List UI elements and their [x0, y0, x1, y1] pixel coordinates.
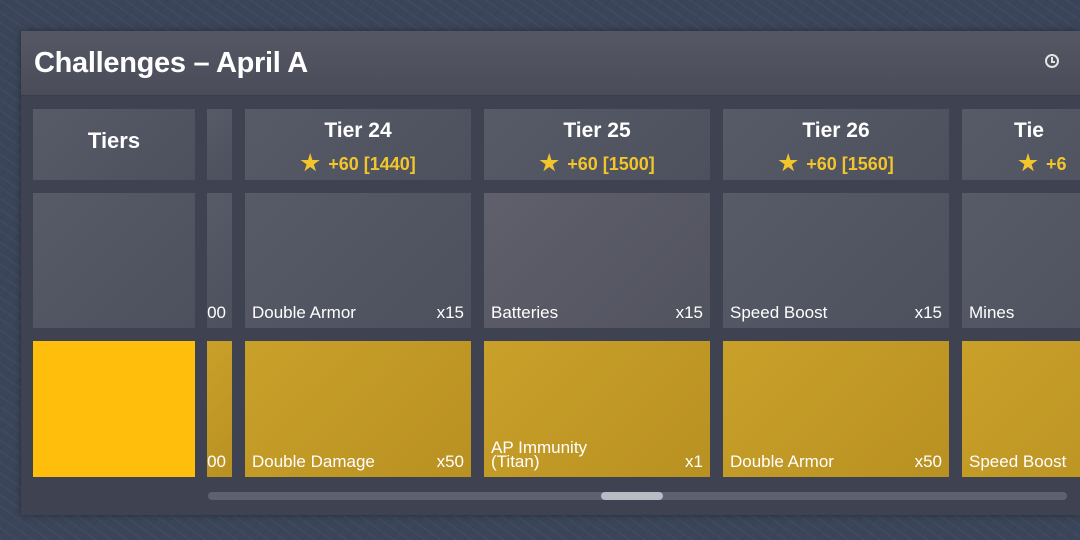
tier-points: +60 [1500] [484, 153, 710, 175]
reward-name: Mines [969, 303, 1015, 322]
tier-name: Tie [1014, 119, 1044, 142]
reward-count: x50 [914, 452, 942, 471]
reward-count: 00 [207, 303, 226, 322]
tier-points-value: +6 [1046, 154, 1067, 174]
star-icon [300, 153, 320, 172]
tier-name: Tier 25 [563, 119, 631, 142]
tier-header: Tier 24 +60 [1440] [245, 109, 471, 180]
reward-count: x15 [436, 303, 464, 322]
reward-name: Double Armor [730, 452, 834, 471]
free-track-label-cell [33, 193, 195, 328]
tier-name: Tier 26 [802, 119, 870, 142]
reward-count: x15 [914, 303, 942, 322]
reward-name: Double Armor [252, 303, 356, 322]
tier-header: Tier 25 +60 [1500] [484, 109, 710, 180]
reward-count: x15 [675, 303, 703, 322]
free-reward-cell[interactable]: Double Armor x15 [245, 193, 471, 328]
premium-reward-cell[interactable]: Double Damage x50 [245, 341, 471, 477]
title-bar: Challenges – April A [21, 31, 1080, 96]
reward-count: x1 [685, 452, 703, 471]
tiers-grid: Tiers 00 00 Tier 24 +60 [1440] Double Ar… [21, 96, 1080, 515]
tier-points: +60 [1440] [245, 153, 471, 175]
star-icon [1018, 153, 1038, 172]
partial-tier-header [207, 109, 232, 180]
free-reward-cell[interactable]: Speed Boost x15 [723, 193, 949, 328]
tier-header: Tie +6 [962, 109, 1080, 180]
window-title: Challenges – April A [34, 47, 308, 79]
premium-track-label-cell [33, 341, 195, 477]
reward-name: AP Immunity (Titan) [491, 438, 588, 471]
tiers-label: Tiers [87, 128, 141, 153]
tier-name: Tier 24 [324, 119, 392, 142]
clock-icon[interactable] [1045, 54, 1059, 68]
premium-reward-cell[interactable]: AP Immunity (Titan) x1 [484, 341, 710, 477]
tier-points-value: +60 [1560] [806, 154, 894, 174]
free-reward-cell[interactable]: Batteries x15 [484, 193, 710, 328]
partial-free-reward[interactable]: 00 [207, 193, 232, 328]
premium-reward-cell[interactable]: Speed Boost [962, 341, 1080, 477]
challenges-panel: Challenges – April A Tiers 00 00 Tier 24… [21, 31, 1080, 515]
partial-premium-reward[interactable]: 00 [207, 341, 232, 477]
reward-name: Speed Boost [730, 303, 828, 322]
premium-reward-cell[interactable]: Double Armor x50 [723, 341, 949, 477]
reward-name: Double Damage [252, 452, 375, 471]
tier-points-value: +60 [1500] [567, 154, 655, 174]
star-icon [539, 153, 559, 172]
horizontal-scrollbar[interactable] [208, 492, 1067, 500]
tier-points: +6 [1018, 153, 1080, 175]
scrollbar-thumb[interactable] [601, 492, 663, 500]
reward-count: 00 [207, 452, 226, 471]
tiers-header: Tiers [33, 109, 195, 180]
tier-points: +60 [1560] [723, 153, 949, 175]
reward-name: Speed Boost [969, 452, 1067, 471]
tier-points-value: +60 [1440] [328, 154, 416, 174]
tier-header: Tier 26 +60 [1560] [723, 109, 949, 180]
reward-name: Batteries [491, 303, 559, 322]
free-reward-cell[interactable]: Mines [962, 193, 1080, 328]
reward-count: x50 [436, 452, 464, 471]
star-icon [778, 153, 798, 172]
